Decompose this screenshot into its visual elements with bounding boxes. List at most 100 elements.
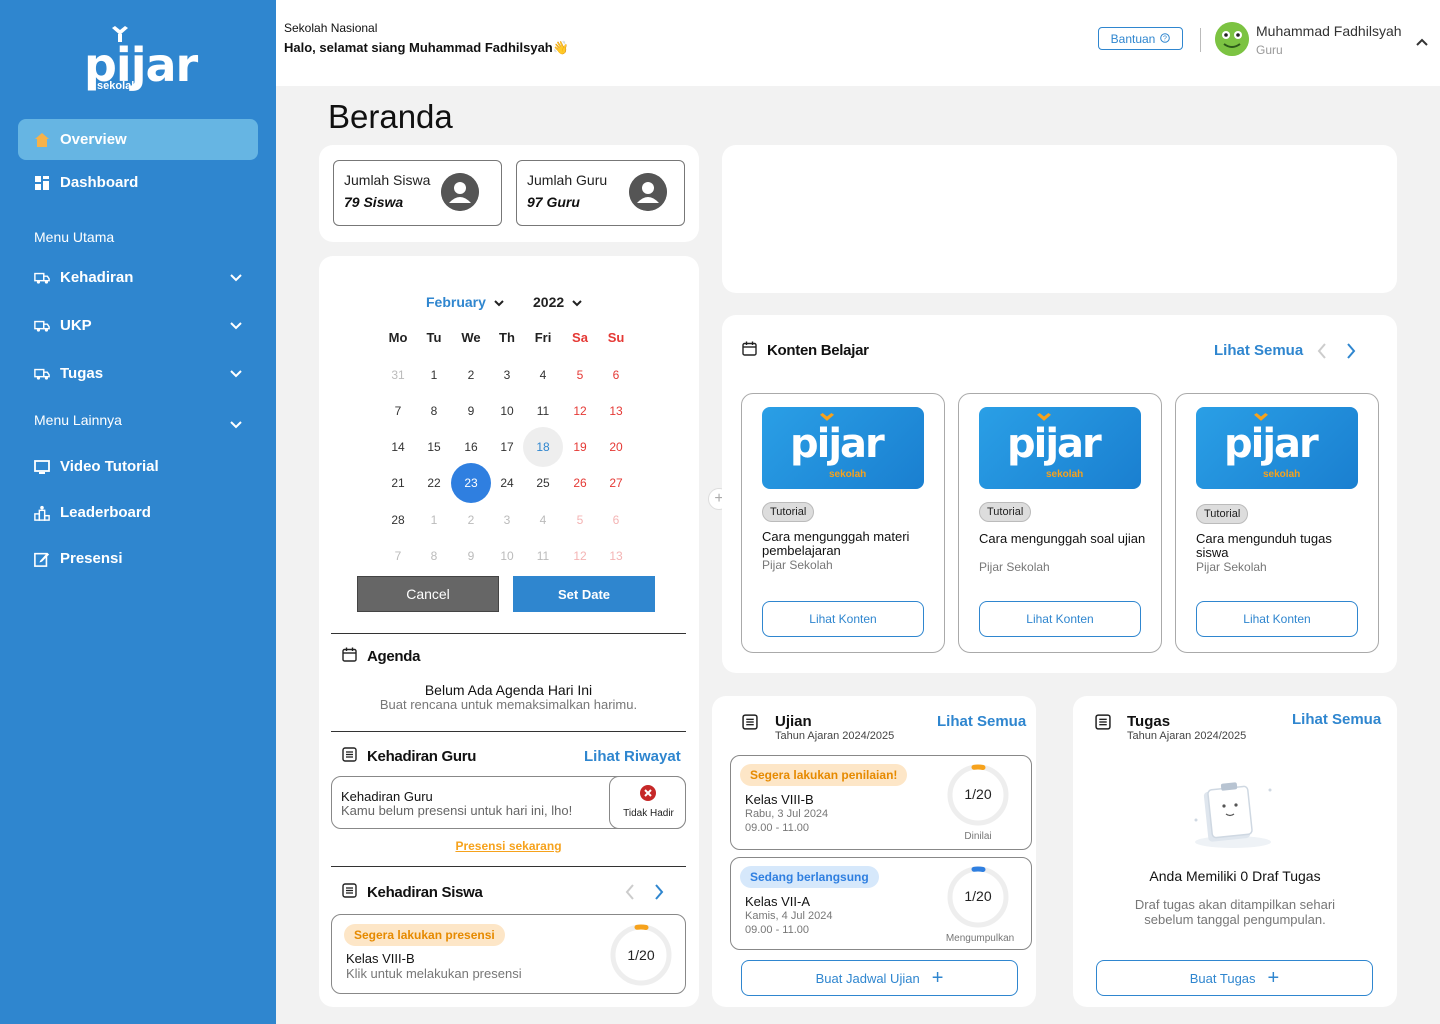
- lihat-konten-button[interactable]: Lihat Konten: [1196, 601, 1358, 637]
- konten-title: Konten Belajar: [742, 341, 869, 360]
- sidebar-item-dashboard[interactable]: Dashboard: [18, 162, 258, 203]
- calendar-day[interactable]: 13: [598, 393, 634, 429]
- truck-icon: [34, 366, 50, 382]
- calendar-day[interactable]: 8: [416, 538, 452, 574]
- menu-utama-label: Menu Utama: [34, 229, 115, 245]
- calendar-day[interactable]: 26: [562, 465, 598, 501]
- lihat-konten-button[interactable]: Lihat Konten: [762, 601, 924, 637]
- logo-sub: sekolah: [97, 80, 138, 92]
- chevron-left-icon[interactable]: [625, 884, 635, 905]
- exam-date: Rabu, 3 Jul 2024: [745, 808, 829, 820]
- chevron-up-icon[interactable]: [1416, 33, 1428, 51]
- calendar-day[interactable]: 15: [416, 429, 452, 465]
- calendar-day[interactable]: 11: [525, 538, 561, 574]
- kehadiran-siswa-title-text: Kehadiran Siswa: [367, 884, 483, 901]
- month-select[interactable]: February: [426, 294, 504, 310]
- lihat-riwayat-link[interactable]: Lihat Riwayat: [584, 748, 681, 765]
- kehadiran-siswa-box[interactable]: Segera lakukan presensi Kelas VIII-B Kli…: [331, 914, 686, 994]
- calendar-day[interactable]: 2: [453, 357, 489, 393]
- ujian-title: Ujian: [775, 713, 812, 730]
- avatar[interactable]: [1215, 22, 1249, 56]
- calendar-day[interactable]: 25: [525, 465, 561, 501]
- sidebar-item-overview[interactable]: Overview: [18, 119, 258, 160]
- stat-siswa-label: Jumlah Siswa: [344, 172, 431, 188]
- sidebar-item-leaderboard[interactable]: Leaderboard: [18, 492, 258, 533]
- calendar-day[interactable]: 17: [489, 429, 525, 465]
- sidebar-item-tugas[interactable]: Tugas: [18, 353, 258, 394]
- help-button[interactable]: Bantuan ?: [1098, 27, 1183, 50]
- pijar-logo[interactable]: pijar sekolah: [84, 26, 198, 96]
- calendar-day[interactable]: 1: [416, 502, 452, 538]
- home-icon: [34, 132, 50, 148]
- calendar-day[interactable]: 18: [523, 427, 563, 467]
- status-badge: Segera lakukan penilaian!: [740, 764, 908, 786]
- chevron-left-icon[interactable]: [1317, 343, 1327, 364]
- progress-value: 1/20: [964, 888, 992, 904]
- menu-lainnya-label[interactable]: Menu Lainnya: [34, 412, 242, 429]
- calendar-day[interactable]: 28: [380, 502, 416, 538]
- ujian-item[interactable]: Sedang berlangsung Kelas VII-A Kamis, 4 …: [730, 857, 1032, 950]
- calendar-day[interactable]: 8: [416, 393, 452, 429]
- tugas-lihat-semua-link[interactable]: Lihat Semua: [1292, 711, 1381, 728]
- calendar-day[interactable]: 20: [598, 429, 634, 465]
- user-name: Muhammad Fadhilsyah: [1256, 23, 1402, 39]
- ujian-item[interactable]: Segera lakukan penilaian! Kelas VIII-B R…: [730, 755, 1032, 850]
- agenda-empty-sub: Buat rencana untuk memaksimalkan harimu.: [379, 697, 638, 712]
- thumb-logo-word: pijar: [1007, 421, 1102, 467]
- konten-item-title: Cara mengunggah materi pembelajaran: [762, 529, 910, 558]
- calendar-day[interactable]: 5: [562, 502, 598, 538]
- calendar-day[interactable]: 14: [380, 429, 416, 465]
- calendar-day[interactable]: 7: [380, 538, 416, 574]
- plus-icon: +: [931, 967, 944, 989]
- ujian-lihat-semua-link[interactable]: Lihat Semua: [937, 713, 1026, 730]
- greeting: Halo, selamat siang Muhammad Fadhilsyah👋: [284, 40, 569, 55]
- chevron-right-icon[interactable]: [1346, 343, 1356, 364]
- konten-item[interactable]: pijar sekolah Tutorial Cara mengunduh tu…: [1175, 393, 1379, 653]
- calendar-day[interactable]: 5: [562, 357, 598, 393]
- calendar-day[interactable]: 7: [380, 393, 416, 429]
- year-select[interactable]: 2022: [533, 294, 582, 310]
- konten-item[interactable]: pijar sekolah Tutorial Cara mengunggah m…: [741, 393, 945, 653]
- presensi-sekarang-link[interactable]: Presensi sekarang: [331, 839, 686, 853]
- sidebar-item-ukp[interactable]: UKP: [18, 305, 258, 346]
- buat-tugas-button[interactable]: Buat Tugas +: [1096, 960, 1373, 996]
- calendar-day[interactable]: 2: [453, 502, 489, 538]
- calendar-day[interactable]: 4: [525, 357, 561, 393]
- help-icon: ?: [1160, 32, 1171, 46]
- calendar-day[interactable]: 9: [453, 538, 489, 574]
- lihat-konten-button[interactable]: Lihat Konten: [979, 601, 1141, 637]
- cancel-button[interactable]: Cancel: [357, 576, 499, 612]
- calendar-day[interactable]: 19: [562, 429, 598, 465]
- calendar-day[interactable]: 11: [525, 393, 561, 429]
- calendar-day[interactable]: 13: [598, 538, 634, 574]
- kehadiran-guru-title: Kehadiran Guru: [342, 747, 476, 766]
- calendar-day[interactable]: 6: [598, 502, 634, 538]
- calendar-day[interactable]: 12: [562, 393, 598, 429]
- konten-item[interactable]: pijar sekolah Tutorial Cara mengunggah s…: [958, 393, 1162, 653]
- calendar-day[interactable]: 3: [489, 502, 525, 538]
- calendar-day[interactable]: 24: [489, 465, 525, 501]
- calendar-day[interactable]: 23: [451, 463, 491, 503]
- attendance-status: Tidak Hadir: [609, 776, 686, 829]
- calendar-day[interactable]: 22: [416, 465, 452, 501]
- buat-jadwal-ujian-button[interactable]: Buat Jadwal Ujian +: [741, 960, 1018, 996]
- calendar-day[interactable]: 9: [453, 393, 489, 429]
- calendar-day[interactable]: 1: [416, 357, 452, 393]
- calendar-day[interactable]: 4: [525, 502, 561, 538]
- calendar-day[interactable]: 31: [380, 357, 416, 393]
- calendar-day[interactable]: 12: [562, 538, 598, 574]
- calendar-day[interactable]: 27: [598, 465, 634, 501]
- calendar-day[interactable]: 21: [380, 465, 416, 501]
- set-date-button[interactable]: Set Date: [513, 576, 655, 612]
- calendar-day[interactable]: 10: [489, 393, 525, 429]
- weekday-header: Fri: [534, 330, 552, 345]
- calendar-day[interactable]: 16: [453, 429, 489, 465]
- chevron-right-icon[interactable]: [654, 884, 664, 905]
- sidebar-item-presensi[interactable]: Presensi: [18, 538, 258, 579]
- calendar-day[interactable]: 3: [489, 357, 525, 393]
- konten-lihat-semua-link[interactable]: Lihat Semua: [1214, 342, 1303, 359]
- sidebar-item-kehadiran[interactable]: Kehadiran: [18, 257, 258, 298]
- sidebar-item-video-tutorial[interactable]: Video Tutorial: [18, 446, 258, 487]
- calendar-day[interactable]: 6: [598, 357, 634, 393]
- calendar-day[interactable]: 10: [489, 538, 525, 574]
